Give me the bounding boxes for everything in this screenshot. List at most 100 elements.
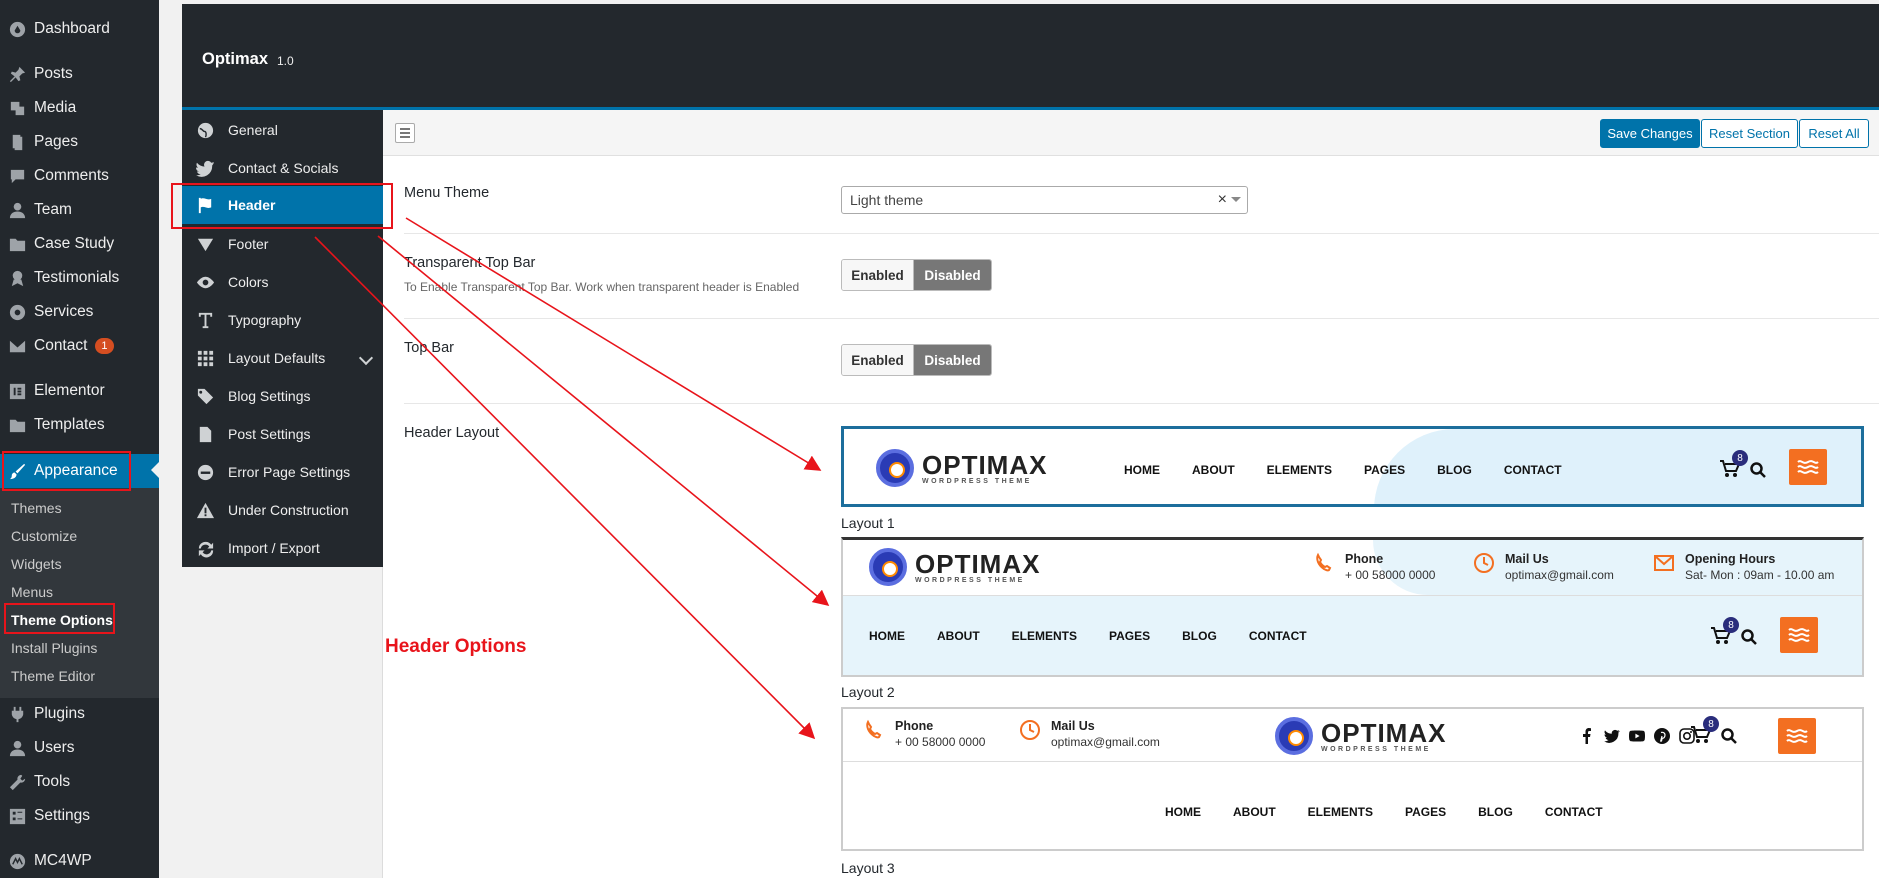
cart-icon: 8	[1711, 617, 1739, 645]
section-header[interactable]: Header	[182, 186, 383, 224]
submenu-menus[interactable]: Menus	[11, 584, 53, 600]
wp-menu-templates[interactable]: Templates	[0, 409, 159, 441]
wp-menu-appearance[interactable]: Appearance	[0, 454, 159, 488]
reset-section-button[interactable]: Reset Section	[1701, 119, 1798, 148]
section-colors[interactable]: Colors	[182, 264, 383, 300]
section-label: Error Page Settings	[228, 464, 351, 480]
transparent-top-bar-label: Transparent Top Bar	[404, 255, 536, 271]
section-under-construction[interactable]: Under Construction	[182, 492, 383, 528]
preview-nav: HOME ABOUT ELEMENTS PAGES BLOG CONTACT	[869, 629, 1339, 643]
expand-options-button[interactable]	[395, 123, 415, 143]
cart-count-badge: 8	[1703, 716, 1719, 732]
transparent-top-bar-description: To Enable Transparent Top Bar. Work when…	[404, 280, 800, 294]
mail-title: Mail Us	[1505, 552, 1549, 566]
grid-icon	[182, 349, 228, 368]
header-layout-2-preview[interactable]: OPTIMAX WORDPRESS THEME Phone + 00 58000 0…	[841, 537, 1864, 677]
disabled-option[interactable]: Disabled	[914, 260, 991, 290]
section-typography[interactable]: Typography	[182, 302, 383, 338]
globe-icon	[182, 121, 228, 140]
submenu-widgets[interactable]: Widgets	[11, 556, 62, 572]
wp-menu-posts[interactable]: Posts	[0, 58, 159, 90]
user-icon	[0, 201, 34, 220]
enabled-option[interactable]: Enabled	[842, 260, 914, 290]
pushpin-icon	[0, 65, 34, 84]
nav-item: ABOUT	[1192, 463, 1235, 477]
eye-icon	[182, 273, 228, 292]
header-options-annotation: Header Options	[385, 636, 527, 657]
wp-menu-settings[interactable]: Settings	[0, 800, 159, 832]
dropdown-arrow-icon[interactable]	[1231, 197, 1241, 207]
disabled-option[interactable]: Disabled	[914, 345, 991, 375]
wp-menu-label: Dashboard	[34, 20, 110, 37]
chevron-down-icon[interactable]	[358, 350, 374, 366]
divider	[404, 318, 1879, 319]
text-icon	[182, 311, 228, 330]
folder-icon	[0, 235, 34, 254]
section-label: Colors	[228, 274, 269, 290]
wp-menu-dashboard[interactable]: Dashboard	[0, 13, 159, 45]
reset-all-button[interactable]: Reset All	[1799, 119, 1869, 148]
section-label: Import / Export	[228, 540, 320, 556]
nav-item: ELEMENTS	[1307, 805, 1374, 819]
nav-item: HOME	[1124, 463, 1160, 477]
nav-item: CONTACT	[1503, 463, 1562, 477]
optimax-logo: OPTIMAX WORDPRESS THEME	[1275, 717, 1446, 755]
section-label: General	[228, 122, 278, 138]
section-error-page-settings[interactable]: Error Page Settings	[182, 454, 383, 490]
submenu-theme-options[interactable]: Theme Options	[11, 612, 113, 628]
phone-title: Phone	[1345, 552, 1384, 566]
wp-menu-comments[interactable]: Comments	[0, 160, 159, 192]
wp-menu-services[interactable]: Services	[0, 296, 159, 328]
wp-menu-plugins[interactable]: Plugins	[0, 698, 159, 730]
wp-menu-case-study[interactable]: Case Study	[0, 228, 159, 260]
refresh-icon	[182, 539, 228, 558]
wp-menu-users[interactable]: Users	[0, 732, 159, 764]
flag-icon	[182, 196, 228, 215]
wp-menu-elementor[interactable]: Elementor	[0, 375, 159, 407]
cart-count-badge: 8	[1732, 450, 1748, 466]
options-panel-header: Optimax 1.0	[182, 4, 1879, 110]
youtube-icon	[1629, 730, 1645, 742]
clear-selection-icon[interactable]: ×	[1218, 191, 1227, 209]
clock-icon	[1473, 552, 1495, 579]
submenu-customize[interactable]: Customize	[11, 528, 77, 544]
enabled-option[interactable]: Enabled	[842, 345, 914, 375]
envelope-icon	[0, 337, 34, 356]
notification-badge: 1	[95, 338, 114, 354]
phone-icon	[863, 719, 885, 746]
submenu-install-plugins[interactable]: Install Plugins	[11, 640, 97, 656]
section-footer[interactable]: Footer	[182, 226, 383, 262]
logo-name: OPTIMAX	[915, 548, 1041, 579]
folder-icon	[0, 416, 34, 435]
wp-menu-mc4wp[interactable]: MC4WP	[0, 845, 159, 877]
save-changes-button[interactable]: Save Changes	[1600, 119, 1700, 148]
nav-item: CONTACT	[1248, 629, 1307, 643]
header-layout-3-preview[interactable]: Phone + 00 58000 0000 Mail Us optimax@gmai…	[841, 707, 1864, 851]
section-post-settings[interactable]: Post Settings	[182, 416, 383, 452]
wp-menu-tools[interactable]: Tools	[0, 766, 159, 798]
wp-menu-contact[interactable]: Contact 1	[0, 330, 159, 362]
twitter-icon	[182, 159, 228, 178]
paintbrush-icon	[0, 462, 34, 481]
section-import-export[interactable]: Import / Export	[182, 530, 383, 566]
submenu-theme-editor[interactable]: Theme Editor	[11, 668, 95, 684]
submenu-themes[interactable]: Themes	[11, 500, 62, 516]
section-label: Under Construction	[228, 502, 349, 518]
nav-item: BLOG	[1478, 805, 1513, 819]
menu-theme-select[interactable]: Light theme ×	[841, 186, 1248, 214]
section-general[interactable]: General	[182, 112, 383, 148]
logo-tagline: WORDPRESS THEME	[922, 477, 1032, 485]
header-layout-1-preview[interactable]: OPTIMAX WORDPRESS THEME HOME ABOUT ELEMEN…	[841, 426, 1864, 507]
section-contact-socials[interactable]: Contact & Socials	[182, 150, 383, 186]
wp-menu-testimonials[interactable]: Testimonials	[0, 262, 159, 294]
divider	[843, 761, 1862, 762]
wp-menu-team[interactable]: Team	[0, 194, 159, 226]
wp-menu-pages[interactable]: Pages	[0, 126, 159, 158]
logo-tagline: WORDPRESS THEME	[1321, 745, 1431, 753]
section-blog-settings[interactable]: Blog Settings	[182, 378, 383, 414]
section-layout-defaults[interactable]: Layout Defaults	[182, 340, 383, 376]
nav-item: CONTACT	[1544, 805, 1603, 819]
nav-item: HOME	[869, 629, 905, 643]
wp-menu-media[interactable]: Media	[0, 92, 159, 124]
hours-value: Sat- Mon : 09am - 10.00 am	[1685, 568, 1835, 582]
